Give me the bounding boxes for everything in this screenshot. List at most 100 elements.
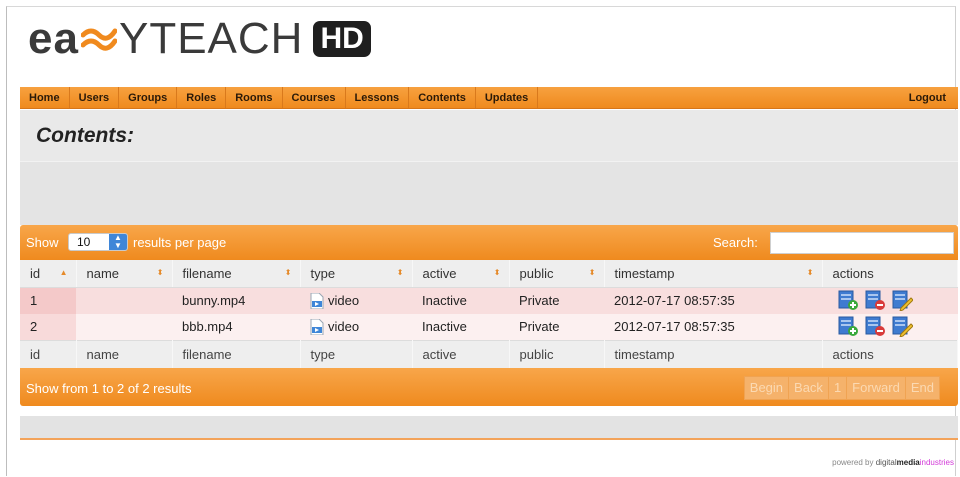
column-header-active-label: active [422, 265, 457, 281]
pagination: Begin Back 1 Forward End [743, 376, 940, 400]
column-header-type[interactable]: type ⬍ [300, 260, 413, 288]
column-header-id[interactable]: id ▲ [20, 260, 77, 288]
cell-id: 1 [20, 287, 76, 314]
powered-by-industries: industries [919, 458, 954, 467]
edit-icon[interactable] [892, 290, 913, 311]
sort-both-icon: ⬍ [588, 268, 596, 277]
powered-by-logo[interactable]: digitalmediaindustries [876, 458, 954, 467]
cell-public: Private [509, 287, 604, 314]
nav-item-users[interactable]: Users [70, 87, 120, 108]
logo-text-teach: TEACH [149, 14, 304, 63]
nav-item-rooms[interactable]: Rooms [226, 87, 283, 108]
contents-table-wrapper: Show 10 ▲ ▼ results per page Search: id ▲ … [20, 225, 958, 416]
video-file-icon [310, 318, 324, 335]
pager-forward-button[interactable]: Forward [847, 377, 906, 399]
cell-actions [822, 287, 958, 314]
pager-begin-button[interactable]: Begin [745, 377, 790, 399]
column-header-type-label: type [310, 265, 336, 281]
sort-asc-icon: ▲ [59, 268, 68, 277]
column-header-public-label: public [519, 265, 554, 281]
per-page-label: results per page [133, 235, 227, 250]
sort-both-icon: ⬍ [284, 268, 292, 277]
footer-header-timestamp: timestamp [604, 339, 823, 368]
sort-both-icon: ⬍ [156, 268, 164, 277]
nav-spacer [538, 87, 899, 108]
column-header-filename[interactable]: filename ⬍ [172, 260, 301, 288]
nav-item-courses[interactable]: Courses [283, 87, 346, 108]
column-header-timestamp[interactable]: timestamp ⬍ [604, 260, 823, 288]
logo-hd-badge: HD [313, 21, 371, 57]
table-row[interactable]: 1 bunny.mp4 video Inactive Private 2012-… [20, 287, 958, 314]
cell-type: video [300, 287, 412, 314]
results-info: Show from 1 to 2 of 2 results [26, 381, 192, 396]
cell-active: Inactive [412, 313, 509, 340]
sort-both-icon: ⬍ [396, 268, 404, 277]
add-icon[interactable] [838, 316, 859, 337]
logo-text-y: Y [118, 14, 150, 63]
powered-by: powered by digitalmediaindustries [832, 458, 954, 467]
page-bottom-band [20, 416, 958, 440]
results-per-page-select[interactable]: 10 ▲ ▼ [68, 233, 128, 251]
nav-item-roles[interactable]: Roles [177, 87, 227, 108]
page-header: Contents: [20, 110, 958, 161]
delete-icon[interactable] [865, 316, 886, 337]
cell-name [76, 313, 172, 340]
contents-table: id ▲ name ⬍ filename ⬍ type ⬍ active ⬍ public… [20, 260, 958, 368]
cell-timestamp: 2012-07-17 08:57:35 [604, 313, 822, 340]
sort-both-icon: ⬍ [493, 268, 501, 277]
cell-type-label: video [328, 293, 360, 308]
nav-item-contents[interactable]: Contents [409, 87, 476, 108]
cell-actions [822, 313, 958, 340]
show-label: Show [26, 235, 59, 250]
cell-name [76, 287, 172, 314]
powered-by-media: media [896, 458, 920, 467]
edit-icon[interactable] [892, 316, 913, 337]
cell-filename: bbb.mp4 [172, 313, 300, 340]
search-label: Search: [713, 235, 758, 250]
logout-link[interactable]: Logout [900, 87, 958, 108]
footer-header-type: type [300, 339, 413, 368]
table-header-row: id ▲ name ⬍ filename ⬍ type ⬍ active ⬍ public… [20, 260, 958, 288]
table-footer-bar: Show from 1 to 2 of 2 results Begin Back… [20, 368, 958, 406]
app-logo: ea Y TEACH HD [28, 14, 371, 64]
footer-header-id: id [20, 339, 77, 368]
search-input[interactable] [770, 232, 954, 254]
column-header-actions-label: actions [832, 265, 874, 281]
footer-header-public: public [509, 339, 605, 368]
pager-page-1-button[interactable]: 1 [829, 377, 848, 399]
powered-by-label: powered by [832, 458, 874, 467]
powered-by-digital: digital [875, 458, 897, 467]
delete-icon[interactable] [865, 290, 886, 311]
cell-public: Private [509, 313, 604, 340]
cell-active: Inactive [412, 287, 509, 314]
pager-back-button[interactable]: Back [789, 377, 829, 399]
main-nav: Home Users Groups Roles Rooms Courses Le… [20, 87, 958, 109]
nav-item-lessons[interactable]: Lessons [346, 87, 410, 108]
video-file-icon [310, 292, 324, 309]
column-header-name[interactable]: name ⬍ [76, 260, 173, 288]
results-per-page-value: 10 [77, 235, 91, 249]
table-footer-row: id name filename type active public time… [20, 339, 958, 368]
column-header-name-label: name [86, 265, 120, 281]
column-header-actions: actions [822, 260, 958, 288]
sort-both-icon: ⬍ [806, 268, 814, 277]
column-header-active[interactable]: active ⬍ [412, 260, 510, 288]
nav-item-groups[interactable]: Groups [119, 87, 178, 108]
add-icon[interactable] [838, 290, 859, 311]
cell-type: video [300, 313, 412, 340]
footer-header-filename: filename [172, 339, 301, 368]
footer-header-active: active [412, 339, 510, 368]
page-title: Contents: [36, 124, 134, 147]
column-header-public[interactable]: public ⬍ [509, 260, 605, 288]
cell-type-label: video [328, 319, 360, 334]
column-header-timestamp-label: timestamp [614, 265, 675, 281]
pager-end-button[interactable]: End [906, 377, 939, 399]
column-header-filename-label: filename [182, 265, 232, 281]
column-header-id-label: id [30, 265, 41, 281]
content-spacer [20, 161, 958, 225]
table-row[interactable]: 2 bbb.mp4 video Inactive Private 2012-07… [20, 313, 958, 340]
nav-item-home[interactable]: Home [20, 87, 70, 108]
table-toolbar: Show 10 ▲ ▼ results per page Search: [20, 225, 958, 260]
nav-item-updates[interactable]: Updates [476, 87, 539, 108]
footer-header-actions: actions [822, 339, 958, 368]
